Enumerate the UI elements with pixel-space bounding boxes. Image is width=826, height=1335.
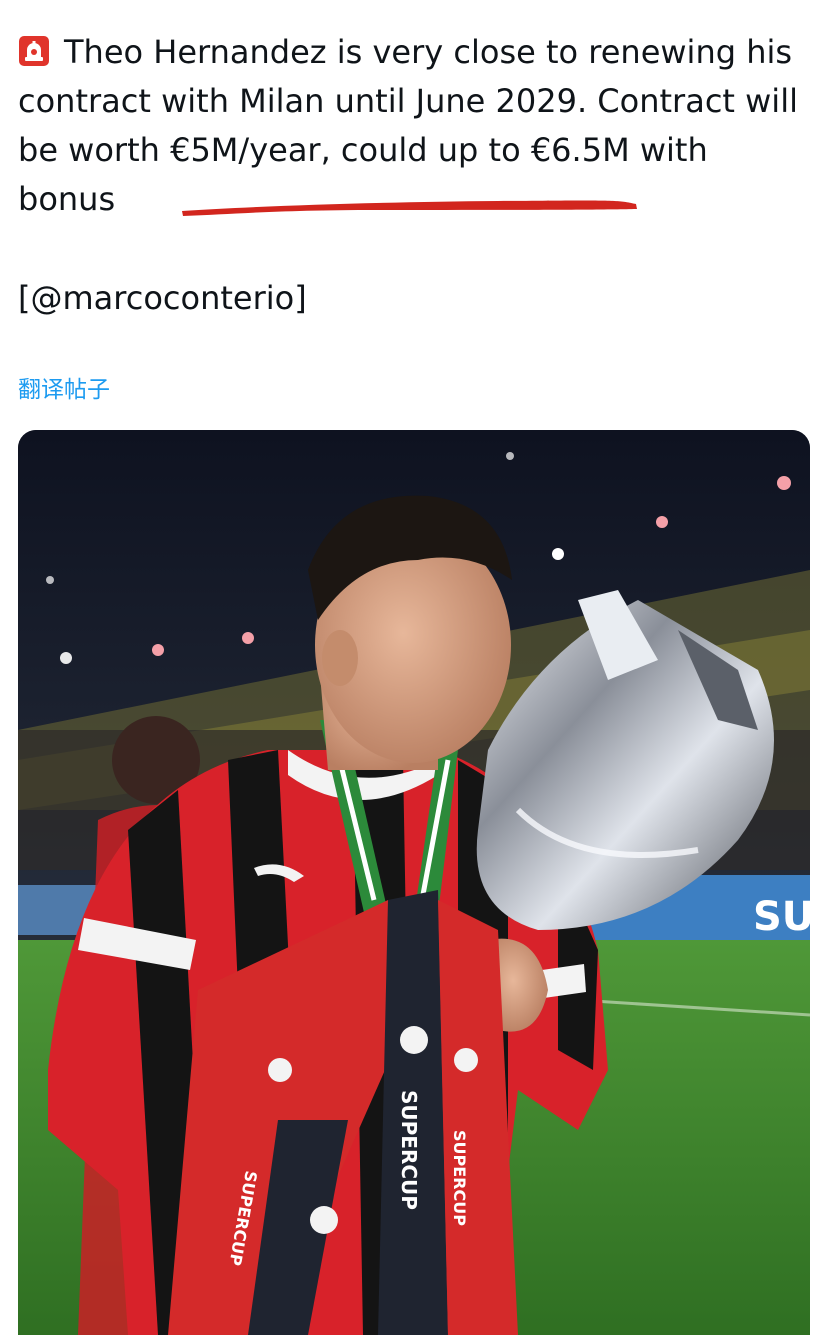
rotating-light-icon <box>18 32 50 66</box>
mention-line: [@marcoconterio] <box>18 274 307 323</box>
translate-post-link[interactable]: 翻译帖子 <box>18 372 110 408</box>
photo-illustration: SU Em <box>18 430 810 1335</box>
tweet-line-3: be worth €5M/year, could up to €6.5M wit… <box>18 131 708 169</box>
red-underline-annotation <box>182 200 637 216</box>
tweet-photo[interactable]: SU Em <box>18 430 810 1335</box>
tweet-line-4: bonus <box>18 180 116 218</box>
tweet-line-1: Theo Hernandez is very close to renewing… <box>64 33 793 71</box>
tweet-line-2: contract with Milan until June 2029. Con… <box>18 82 798 120</box>
tweet-text: Theo Hernandez is very close to renewing… <box>18 28 818 224</box>
mention-open-bracket: [ <box>18 279 31 317</box>
mention-close-bracket: ] <box>294 279 307 317</box>
ribbon-text-1: SUPERCUP <box>397 1090 421 1210</box>
mention-handle-link[interactable]: @marcoconterio <box>30 279 294 317</box>
ribbon-text-2: SUPERCUP <box>450 1130 469 1226</box>
ad-board-text: SU <box>753 894 810 940</box>
